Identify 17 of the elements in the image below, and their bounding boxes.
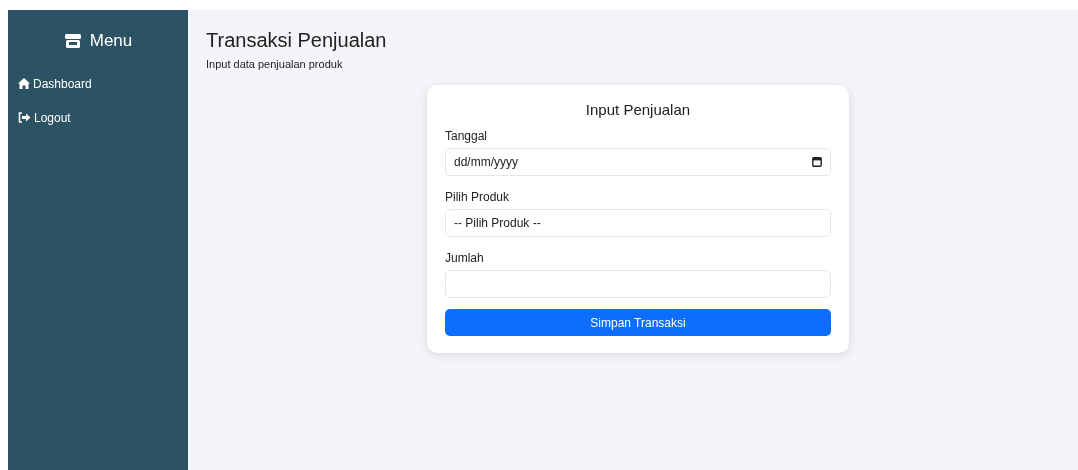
- calendar-icon: [812, 157, 822, 167]
- sidebar-title: Menu: [89, 30, 133, 52]
- quantity-field[interactable]: [445, 270, 831, 298]
- home-icon: [18, 78, 30, 89]
- save-button[interactable]: Simpan Transaksi: [445, 309, 831, 336]
- store-icon: [63, 32, 82, 49]
- logout-icon: [18, 112, 31, 123]
- sidebar-item[interactable]: Logout: [18, 109, 188, 126]
- product-select[interactable]: -- Pilih Produk --: [445, 209, 831, 237]
- date-field[interactable]: dd/mm/yyyy: [445, 148, 831, 176]
- field-label: Pilih Produk: [445, 189, 511, 206]
- field-label: Tanggal: [445, 128, 489, 145]
- field-label: Jumlah: [445, 250, 485, 267]
- form-title: Input Penjualan: [584, 99, 692, 120]
- page-subtitle: Input data penjualan produk: [206, 57, 344, 72]
- page-title: Transaksi Penjualan: [206, 28, 388, 52]
- sidebar-item[interactable]: Dashboard: [18, 75, 188, 92]
